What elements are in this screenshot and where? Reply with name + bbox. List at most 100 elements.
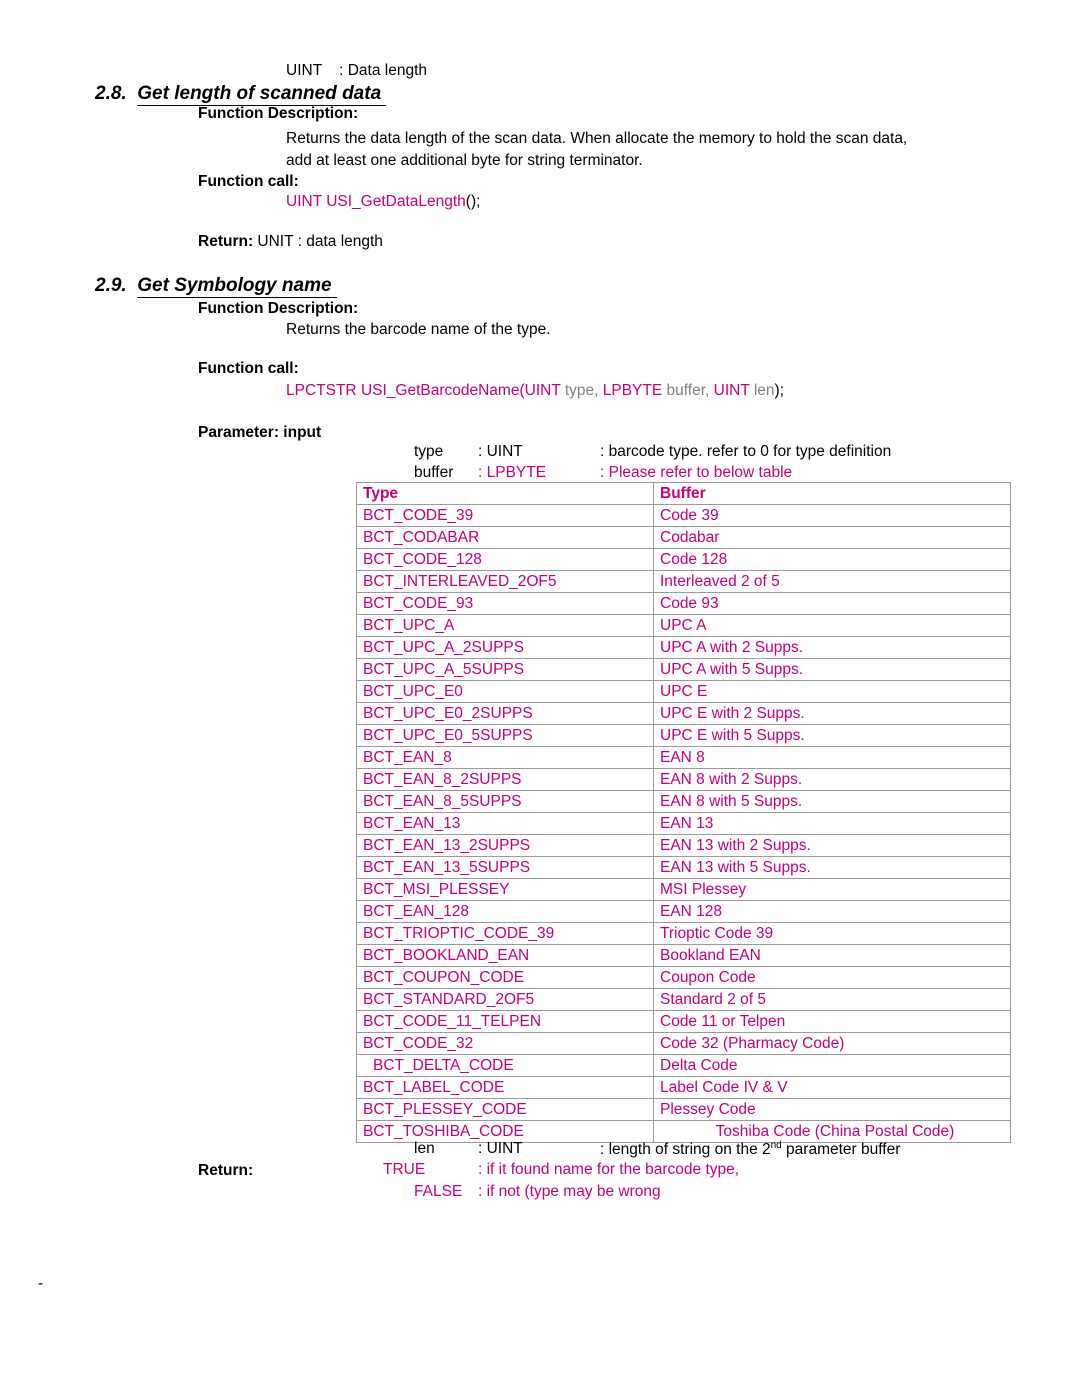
top-uint-line: UINT : Data length <box>286 62 427 80</box>
cell-type: BCT_UPC_E0_2SUPPS <box>356 702 654 725</box>
table-row: BCT_CODE_93 Code 93 <box>356 592 1011 615</box>
param-buffer-name: buffer <box>414 464 454 481</box>
signature-param3-name: len <box>749 382 775 399</box>
cell-type: BCT_EAN_128 <box>356 900 654 923</box>
cell-buffer: Code 93 <box>653 592 1011 615</box>
cell-buffer: EAN 13 <box>653 812 1011 835</box>
return-true-desc: : if it found name for the barcode type, <box>478 1161 740 1178</box>
table-row: BCT_CODE_128 Code 128 <box>356 548 1011 571</box>
cell-buffer: Delta Code <box>653 1054 1011 1077</box>
table-row: BCT_LABEL_CODE Label Code IV & V <box>356 1076 1011 1099</box>
cell-buffer: UPC E with 5 Supps. <box>653 724 1011 747</box>
cell-type: BCT_PLESSEY_CODE <box>356 1098 654 1121</box>
table-row: BCT_STANDARD_2OF5 Standard 2 of 5 <box>356 988 1011 1011</box>
cell-type: BCT_COUPON_CODE <box>356 966 654 989</box>
section-2-8-return-value: UNIT : data length <box>257 233 383 250</box>
cell-buffer: EAN 8 with 5 Supps. <box>653 790 1011 813</box>
cell-type: BCT_EAN_13_2SUPPS <box>356 834 654 857</box>
section-2-9-return-label: Return: <box>198 1162 254 1179</box>
cell-buffer: UPC A with 5 Supps. <box>653 658 1011 681</box>
cell-type: BCT_CODE_32 <box>356 1032 654 1055</box>
section-2-9-number: 2.9. <box>95 275 127 296</box>
table-row: BCT_EAN_13_2SUPPS EAN 13 with 2 Supps. <box>356 834 1011 857</box>
top-uint-desc: : Data length <box>339 62 428 79</box>
table-header-row: Type Buffer <box>356 482 1011 505</box>
cell-buffer: EAN 8 <box>653 746 1011 769</box>
cell-buffer: Plessey Code <box>653 1098 1011 1121</box>
cell-buffer: Interleaved 2 of 5 <box>653 570 1011 593</box>
cell-type: BCT_LABEL_CODE <box>356 1076 654 1099</box>
section-2-8-func-desc-line2: add at least one additional byte for str… <box>286 152 643 169</box>
table-row: BCT_DELTA_CODE Delta Code <box>356 1054 1011 1077</box>
cell-type: BCT_TRIOPTIC_CODE_39 <box>356 922 654 945</box>
param-buffer-desc: : Please refer to below table <box>600 464 793 481</box>
cell-type: BCT_UPC_E0 <box>356 680 654 703</box>
table-row: BCT_EAN_8_2SUPPS EAN 8 with 2 Supps. <box>356 768 1011 791</box>
param-len-desc-pre: : length of string on the 2 <box>600 1141 771 1159</box>
section-2-9-signature: LPCTSTR USI_GetBarcodeName(UINT type, LP… <box>286 382 784 400</box>
cell-buffer: UPC A <box>653 614 1011 637</box>
table-row: BCT_CODE_11_TELPEN Code 11 or Telpen <box>356 1010 1011 1033</box>
signature-tail: ); <box>774 382 784 399</box>
section-2-8-return-label: Return: <box>198 233 254 250</box>
section-2-9-heading: 2.9. Get Symbology name <box>95 275 337 298</box>
cell-buffer: UPC E with 2 Supps. <box>653 702 1011 725</box>
top-uint-type: UINT <box>286 62 322 79</box>
cell-buffer: Coupon Code <box>653 966 1011 989</box>
cell-type: BCT_MSI_PLESSEY <box>356 878 654 901</box>
cell-buffer: Codabar <box>653 526 1011 549</box>
cell-buffer: EAN 8 with 2 Supps. <box>653 768 1011 791</box>
return-false-desc: : if not (type may be wrong <box>478 1183 661 1200</box>
cell-buffer: Trioptic Code 39 <box>653 922 1011 945</box>
cell-buffer: Code 128 <box>653 548 1011 571</box>
return-false: FALSE <box>414 1183 463 1200</box>
func-call-name: USI_GetDataLength <box>326 193 466 210</box>
cell-type: BCT_BOOKLAND_EAN <box>356 944 654 967</box>
table-row: BCT_CODE_39 Code 39 <box>356 504 1011 527</box>
table-row: BCT_COUPON_CODE Coupon Code <box>356 966 1011 989</box>
table-body: BCT_CODE_39 Code 39 BCT_CODABAR Codabar BC… <box>356 504 1011 1143</box>
table-row: BCT_UPC_E0 UPC E <box>356 680 1011 703</box>
table-row: BCT_EAN_8 EAN 8 <box>356 746 1011 769</box>
signature-name: USI_GetBarcodeName( <box>360 382 525 399</box>
param-type-desc: : barcode type. refer to 0 for type defi… <box>600 443 892 460</box>
func-call-return-type: UINT <box>286 193 322 210</box>
table-row: BCT_BOOKLAND_EAN Bookland EAN <box>356 944 1011 967</box>
signature-param1-type: UINT <box>524 382 561 399</box>
cell-type: BCT_UPC_A_2SUPPS <box>356 636 654 659</box>
document-page: UINT : Data length 2.8. Get length of sc… <box>0 0 1080 1397</box>
table-row: BCT_EAN_13 EAN 13 <box>356 812 1011 835</box>
table-row: BCT_INTERLEAVED_2OF5 Interleaved 2 of 5 <box>356 570 1011 593</box>
cell-buffer: Code 39 <box>653 504 1011 527</box>
func-call-tail: (); <box>465 193 481 210</box>
cell-buffer: Code 11 or Telpen <box>653 1010 1011 1033</box>
cell-buffer: Standard 2 of 5 <box>653 988 1011 1011</box>
cell-buffer: Label Code IV & V <box>653 1076 1011 1099</box>
cell-type: BCT_UPC_E0_5SUPPS <box>356 724 654 747</box>
footer-dash: - <box>38 1275 44 1292</box>
section-2-9-title: Get Symbology name <box>137 275 337 298</box>
table-row: BCT_EAN_8_5SUPPS EAN 8 with 5 Supps. <box>356 790 1011 813</box>
section-2-8-return: Return: UNIT : data length <box>198 233 383 251</box>
cell-type: BCT_UPC_A_5SUPPS <box>356 658 654 681</box>
section-2-8-func-call-label: Function call: <box>198 173 299 190</box>
param-buffer-colon: : LPBYTE <box>478 464 547 481</box>
signature-param3-type: UINT <box>713 382 750 399</box>
cell-type: BCT_EAN_8_2SUPPS <box>356 768 654 791</box>
param-len-desc-post: parameter buffer <box>781 1141 901 1159</box>
cell-type: BCT_CODABAR <box>356 526 654 549</box>
cell-buffer: EAN 128 <box>653 900 1011 923</box>
param-type-name: type <box>414 443 444 460</box>
table-row: BCT_PLESSEY_CODE Plessey Code <box>356 1098 1011 1121</box>
table-row: BCT_EAN_128 EAN 128 <box>356 900 1011 923</box>
table-header-type: Type <box>356 482 654 505</box>
table-row: BCT_UPC_A UPC A <box>356 614 1011 637</box>
cell-type: BCT_EAN_13_5SUPPS <box>356 856 654 879</box>
cell-type: BCT_EAN_8_5SUPPS <box>356 790 654 813</box>
cell-type: BCT_UPC_A <box>356 614 654 637</box>
symbology-table: Type Buffer BCT_CODE_39 Code 39 BCT_CODAB… <box>356 482 1011 1143</box>
table-row: BCT_UPC_E0_2SUPPS UPC E with 2 Supps. <box>356 702 1011 725</box>
section-2-8-func-desc-label: Function Description: <box>198 105 359 122</box>
cell-type: BCT_STANDARD_2OF5 <box>356 988 654 1011</box>
cell-type: BCT_CODE_39 <box>356 504 654 527</box>
